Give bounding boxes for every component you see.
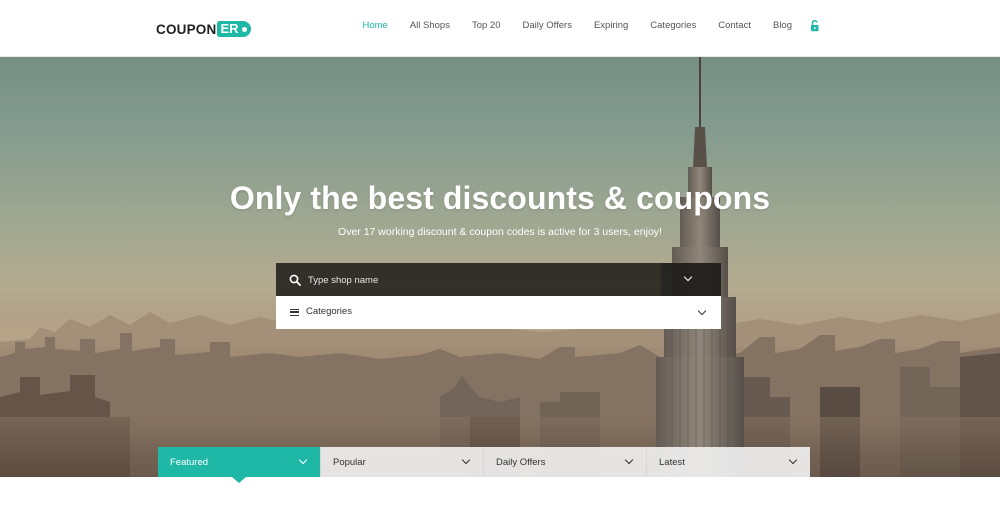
tab-label: Daily Offers	[496, 457, 546, 468]
tab-featured[interactable]: Featured	[158, 447, 321, 477]
unlock-icon[interactable]	[810, 19, 820, 32]
menu-icon	[290, 309, 299, 316]
chevron-down-icon	[683, 272, 693, 282]
tab-label: Popular	[333, 457, 366, 468]
active-tab-pointer	[232, 477, 246, 483]
chevron-down-icon	[788, 455, 798, 465]
logo-badge-text: ER	[220, 21, 239, 36]
tab-label: Featured	[170, 457, 209, 468]
chevron-down-icon	[697, 306, 707, 316]
coupon-tabs: Featured Popular Daily Offers Latest	[158, 447, 811, 477]
nav-item-all-shops[interactable]: All Shops	[410, 20, 450, 31]
chevron-down-icon	[624, 455, 634, 465]
search-icon	[289, 273, 301, 286]
categories-select[interactable]: Categories	[276, 296, 721, 329]
tab-latest[interactable]: Latest	[647, 447, 810, 477]
nav-item-home[interactable]: Home	[362, 20, 387, 31]
site-logo[interactable]: COUPON ER	[156, 20, 251, 38]
tab-popular[interactable]: Popular	[321, 447, 484, 477]
logo-badge: ER	[217, 21, 251, 37]
logo-dot-icon	[241, 26, 247, 32]
nav-item-blog[interactable]: Blog	[773, 20, 792, 31]
shop-search-bar	[276, 263, 721, 296]
tab-daily-offers[interactable]: Daily Offers	[484, 447, 647, 477]
nav-item-daily-offers[interactable]: Daily Offers	[523, 20, 572, 31]
logo-text: COUPON	[156, 21, 217, 37]
chevron-down-icon	[298, 455, 308, 465]
search-dropdown-toggle[interactable]	[661, 263, 721, 296]
tab-label: Latest	[659, 457, 685, 468]
categories-select-label: Categories	[306, 306, 352, 317]
nav-item-top-20[interactable]: Top 20	[472, 20, 501, 31]
nav-item-expiring[interactable]: Expiring	[594, 20, 628, 31]
hero-title: Only the best discounts & coupons	[229, 180, 771, 216]
nav-item-categories[interactable]: Categories	[650, 20, 696, 31]
hero-subtitle: Over 17 working discount & coupon codes …	[338, 226, 662, 238]
shop-search-input[interactable]	[308, 271, 648, 289]
chevron-down-icon	[461, 455, 471, 465]
main-nav: Home All Shops Top 20 Daily Offers Expir…	[340, 19, 820, 32]
nav-item-contact[interactable]: Contact	[718, 20, 751, 31]
site-header: COUPON ER Home All Shops Top 20 Daily Of…	[0, 0, 1000, 57]
